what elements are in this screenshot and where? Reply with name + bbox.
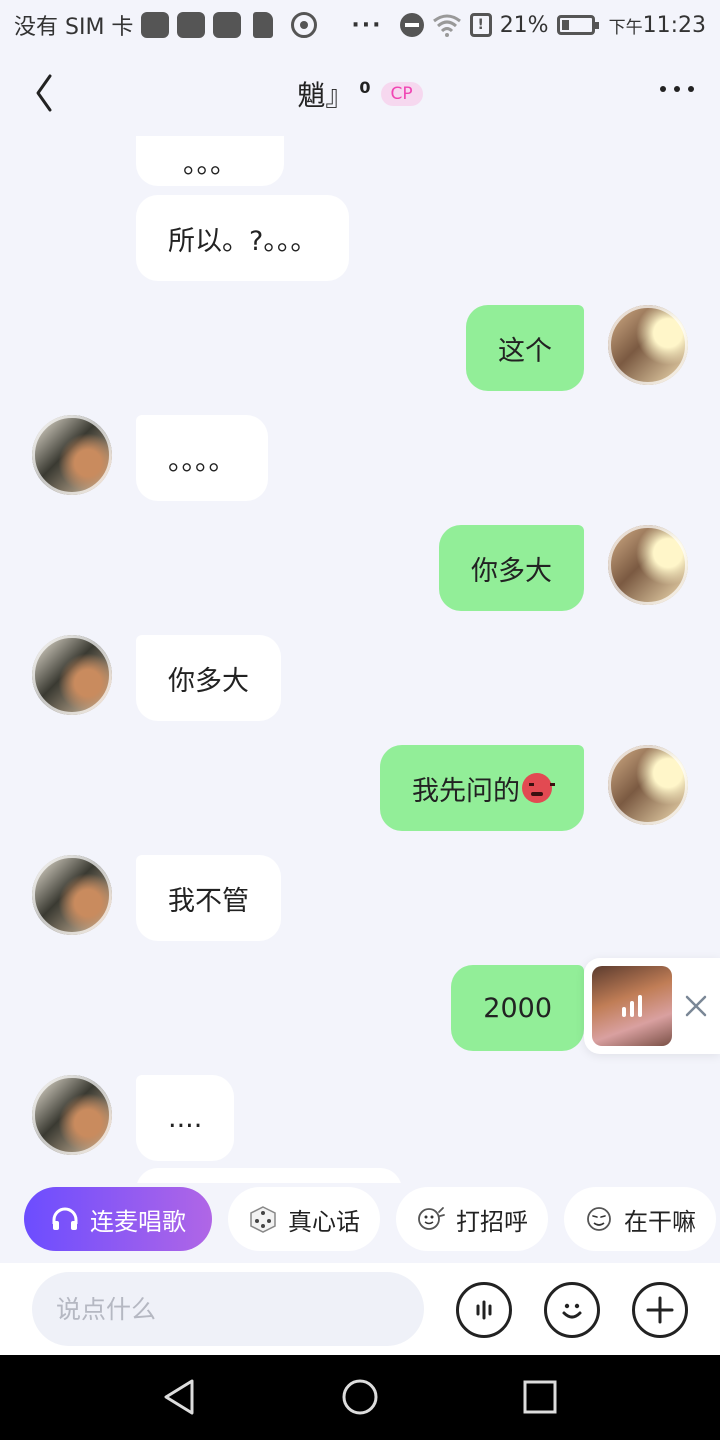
more-notifications-icon: ···	[351, 12, 383, 38]
sound-bars-icon	[622, 995, 642, 1017]
carrier-text: 没有 SIM 卡	[14, 15, 134, 40]
music-cover[interactable]	[592, 966, 672, 1046]
message-text: 这个	[498, 335, 552, 367]
sd-card-icon	[253, 12, 274, 38]
message-bubble-incoming[interactable]: 你多大	[136, 635, 281, 721]
chip-what-doing[interactable]: 在干嘛	[564, 1187, 716, 1251]
clock: 11:23	[642, 12, 706, 38]
cast-icon	[291, 12, 318, 38]
message-bubble-incoming[interactable]	[136, 1168, 402, 1183]
my-avatar[interactable]	[608, 745, 688, 825]
voice-icon[interactable]	[456, 1282, 512, 1338]
page-title: 魈』	[297, 79, 354, 112]
message-text: 。。。	[183, 148, 237, 180]
angry-face-icon	[522, 773, 555, 803]
status-bar: 没有 SIM 卡 ··· ! 21% 下午 11:23	[0, 0, 720, 50]
headphones-icon	[52, 1207, 78, 1230]
header-title-group[interactable]: 魈』 0 CP	[0, 74, 720, 114]
emoji-icon[interactable]	[544, 1282, 600, 1338]
chip-label: 打招呼	[456, 1207, 528, 1236]
my-avatar[interactable]	[608, 525, 688, 605]
message-text: 我不管	[168, 885, 249, 917]
message-bubble-outgoing[interactable]: 你多大	[439, 525, 584, 611]
chip-greet[interactable]: 打招呼	[396, 1187, 548, 1251]
message-text: 我先问的	[412, 775, 520, 807]
my-avatar[interactable]	[608, 305, 688, 385]
message-bubble-incoming[interactable]: 所以。?。。。	[136, 195, 350, 281]
system-nav-bar	[0, 1355, 720, 1440]
chat-header: 魈』 0 CP	[0, 50, 720, 136]
back-triangle-icon[interactable]	[160, 1377, 200, 1417]
message-input-bar	[0, 1263, 720, 1355]
message-bubble-incoming[interactable]: 。。。。	[136, 415, 268, 501]
message-bubble-incoming[interactable]: 我不管	[136, 855, 281, 941]
app-notification-icon	[141, 12, 170, 38]
chip-truth[interactable]: 真心话	[228, 1187, 380, 1251]
quick-action-chips: 连麦唱歌 真心话 打招呼 在干嘛	[0, 1183, 720, 1263]
chip-label: 连麦唱歌	[90, 1207, 186, 1236]
message-text: 你多大	[471, 555, 552, 587]
message-text: ....	[168, 1102, 203, 1134]
message-text: 2000	[483, 992, 552, 1024]
message-bubble-outgoing[interactable]: 我先问的	[380, 745, 584, 831]
wifi-icon	[432, 14, 461, 37]
message-text: 。。。。	[168, 445, 236, 477]
home-circle-icon[interactable]	[340, 1377, 380, 1417]
dnd-icon	[399, 13, 424, 37]
chip-label: 在干嘛	[624, 1207, 696, 1236]
more-dots-icon[interactable]	[660, 86, 694, 92]
close-icon[interactable]	[682, 992, 710, 1020]
wave-emoji-icon	[418, 1207, 445, 1230]
app-notification-icon	[213, 12, 242, 38]
battery-icon	[556, 15, 599, 35]
message-text: 你多大	[168, 665, 249, 697]
floating-music-player[interactable]	[584, 958, 720, 1054]
contact-avatar[interactable]	[32, 415, 112, 495]
chip-label: 真心话	[288, 1207, 360, 1236]
message-text: 所以。?。。。	[168, 225, 318, 257]
message-bubble-outgoing[interactable]: 2000	[451, 965, 584, 1051]
plus-icon[interactable]	[632, 1282, 688, 1338]
contact-avatar[interactable]	[32, 855, 112, 935]
chip-sing-together[interactable]: 连麦唱歌	[24, 1187, 212, 1251]
curious-emoji-icon	[587, 1207, 611, 1231]
title-superscript: 0	[359, 77, 371, 97]
contact-avatar[interactable]	[32, 635, 112, 715]
dice-icon	[250, 1206, 276, 1233]
battery-percent: 21%	[499, 12, 549, 38]
message-input[interactable]	[32, 1272, 424, 1346]
message-bubble-incoming[interactable]: ....	[136, 1075, 235, 1161]
cp-badge[interactable]: CP	[380, 82, 423, 106]
recents-square-icon[interactable]	[520, 1377, 560, 1417]
contact-avatar[interactable]	[32, 1075, 112, 1155]
message-bubble-incoming[interactable]: 。。。	[136, 136, 284, 186]
alert-icon: !	[469, 13, 492, 37]
message-bubble-outgoing[interactable]: 这个	[466, 305, 584, 391]
time-prefix: 下午	[608, 17, 643, 38]
app-notification-icon	[177, 12, 206, 38]
